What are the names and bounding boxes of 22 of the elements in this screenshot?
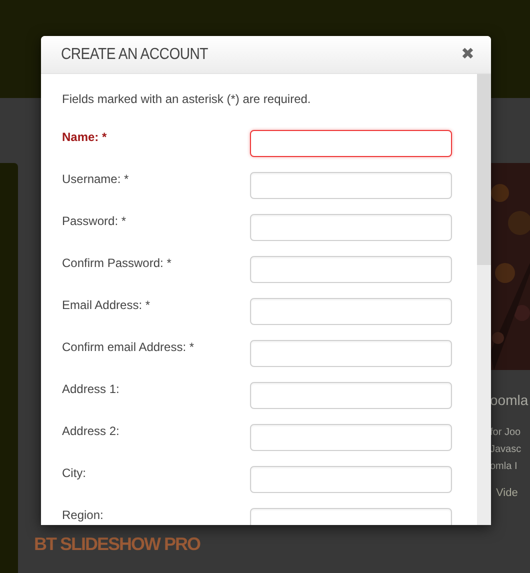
close-button[interactable]: ✖ — [461, 46, 474, 62]
field-label: City: — [62, 466, 87, 482]
article-text: omla I — [490, 460, 518, 474]
field-label: Region: — [62, 508, 104, 524]
dialog-title: CREATE AN ACCOUNT — [61, 46, 208, 64]
article-text: for Joo — [490, 426, 522, 440]
field-label: Address 1: — [62, 382, 120, 398]
article-heading: oomla — [490, 392, 530, 408]
field-label: Confirm Password: * — [62, 256, 172, 272]
field-label: Username: * — [62, 172, 130, 188]
field-label: Name: * — [62, 130, 108, 146]
input-field[interactable] — [250, 130, 452, 157]
module-title: BT SLIDESHOW PRO — [34, 534, 202, 555]
field-label: Confirm email Address: * — [62, 340, 196, 356]
scrollbar-thumb[interactable] — [477, 74, 491, 265]
scrollbar[interactable] — [477, 74, 491, 525]
field-label: Password: * — [62, 214, 128, 230]
required-note: Fields marked with an asterisk (*) are required. — [62, 92, 312, 106]
article-text: Javasc — [490, 443, 522, 457]
field-label: Address 2: — [62, 424, 120, 440]
video-link[interactable]: Vide — [496, 487, 530, 499]
field-label: Email Address: * — [62, 298, 152, 314]
